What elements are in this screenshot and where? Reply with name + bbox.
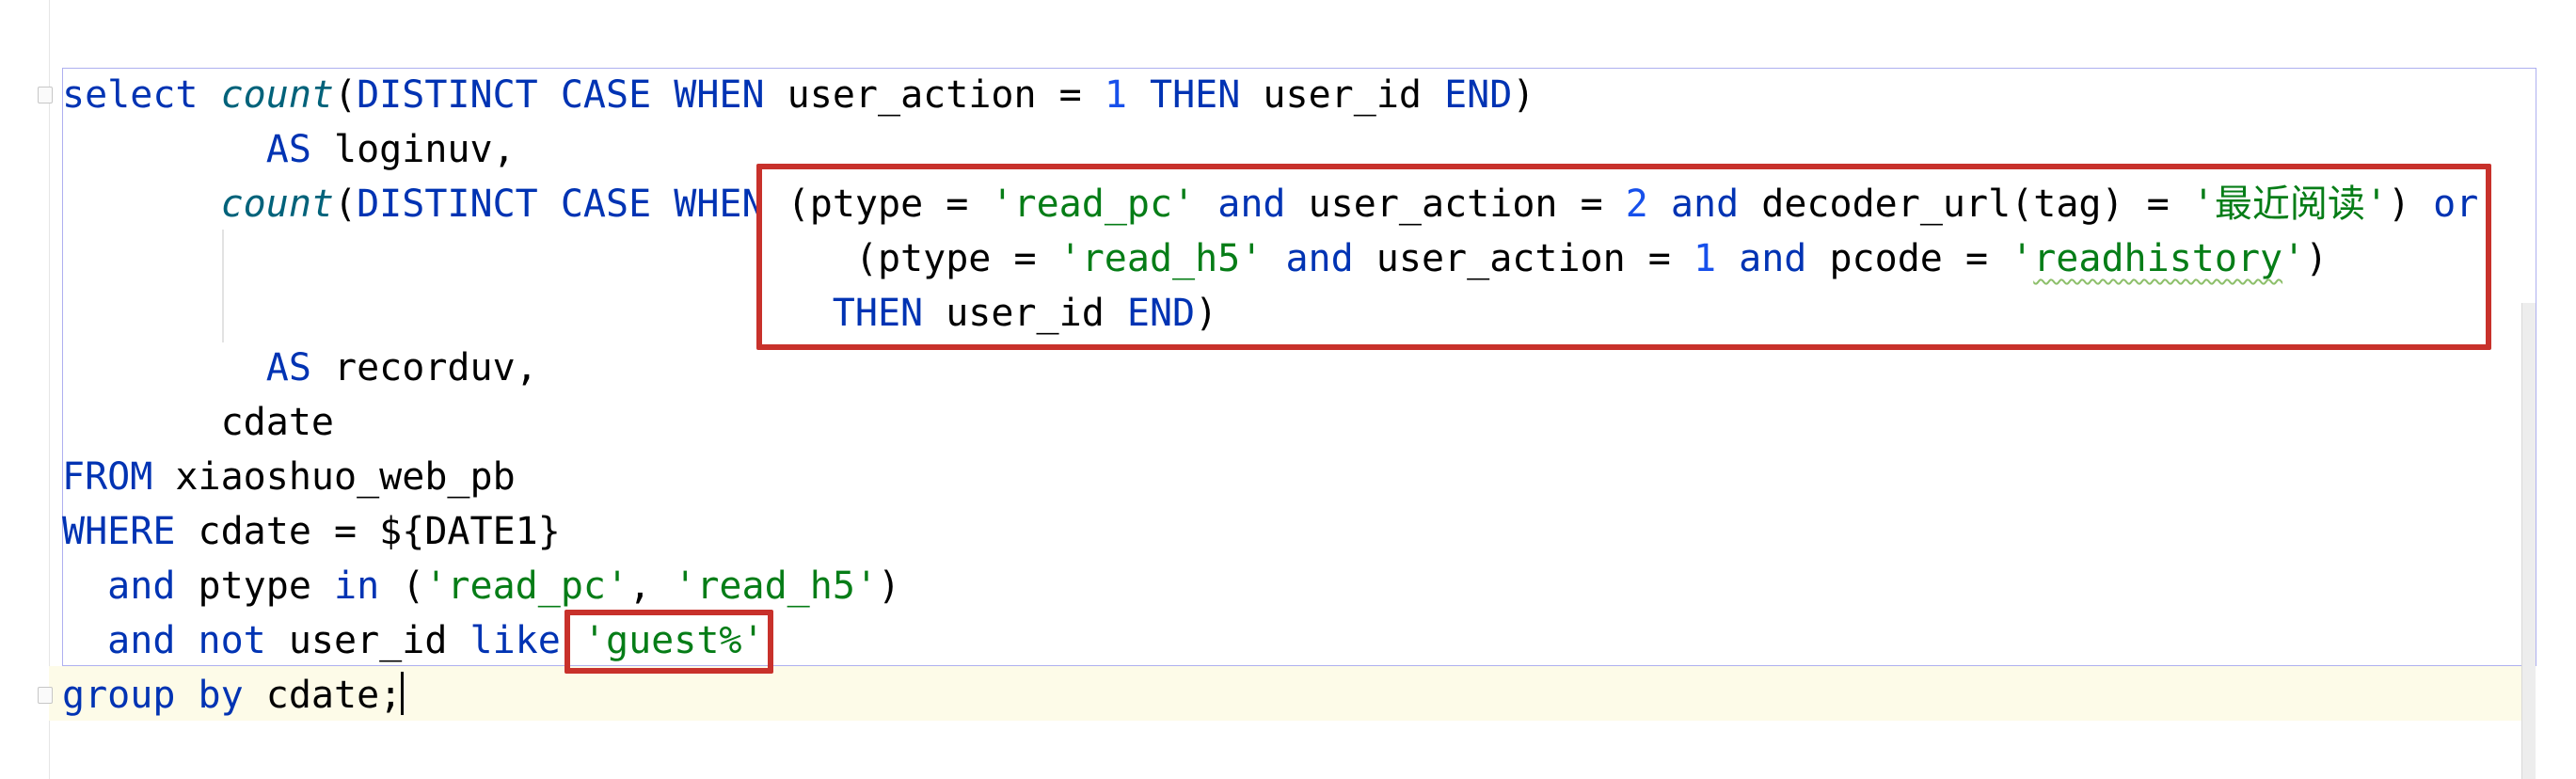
code-token: 'read_pc' <box>424 564 629 608</box>
code-token: user_id <box>288 619 470 662</box>
code-token: ( <box>402 564 425 608</box>
code-token: WHERE <box>62 510 199 553</box>
code-token: DISTINCT CASE WHEN <box>357 73 787 117</box>
text-caret <box>401 672 404 715</box>
code-token: select <box>62 73 221 117</box>
code-token: user_action = <box>787 73 1105 117</box>
code-line[interactable]: WHERE cdate = ${DATE1} <box>62 504 561 559</box>
code-token: ) <box>878 564 901 608</box>
code-token: count <box>220 183 334 226</box>
code-line[interactable]: select count(DISTINCT CASE WHEN user_act… <box>62 68 1534 122</box>
code-token: THEN <box>1150 73 1264 117</box>
code-token: count <box>220 73 334 117</box>
code-token: ( <box>334 73 358 117</box>
code-token: 1 <box>1104 73 1127 117</box>
code-token: AS <box>265 128 334 171</box>
code-token: FROM <box>62 455 176 499</box>
code-line[interactable]: FROM xiaoshuo_web_pb <box>62 450 516 504</box>
vertical-scrollbar[interactable] <box>2521 303 2536 779</box>
code-line[interactable]: and ptype in ('read_pc', 'read_h5') <box>62 559 900 613</box>
annotation-box-guest-filter <box>564 610 773 674</box>
code-token: DISTINCT CASE WHEN <box>357 183 787 226</box>
code-token: and <box>107 564 199 608</box>
code-editor[interactable]: select count(DISTINCT CASE WHEN user_act… <box>0 0 2576 779</box>
code-line[interactable]: AS recorduv, <box>62 341 538 395</box>
code-token: END <box>1444 73 1513 117</box>
code-token: xiaoshuo_web_pb <box>175 455 516 499</box>
code-token: ( <box>334 183 358 226</box>
code-token: ) <box>1512 73 1535 117</box>
code-token: cdate <box>62 401 334 444</box>
editor-gutter[interactable] <box>0 0 50 779</box>
fold-marker-icon[interactable] <box>38 87 53 103</box>
code-token: , <box>628 564 675 608</box>
code-token: group by <box>62 674 266 717</box>
code-token: cdate = ${DATE1} <box>198 510 561 553</box>
code-token: user_id <box>1263 73 1445 117</box>
code-token: 'read_h5' <box>674 564 879 608</box>
code-line[interactable]: group by cdate; <box>62 668 402 723</box>
code-token: recorduv, <box>334 346 538 390</box>
caret-row-highlight <box>49 666 2527 721</box>
code-token: in <box>334 564 403 608</box>
code-token: cdate; <box>265 674 403 717</box>
code-token: ptype <box>198 564 334 608</box>
code-token: AS <box>265 346 334 390</box>
fold-end-icon[interactable] <box>38 687 53 704</box>
code-token: and not <box>107 619 289 662</box>
annotation-box-case-condition <box>756 164 2491 350</box>
code-line[interactable]: cdate <box>62 395 334 450</box>
code-line[interactable]: AS loginuv, <box>62 122 516 177</box>
code-token: loginuv, <box>334 128 516 171</box>
